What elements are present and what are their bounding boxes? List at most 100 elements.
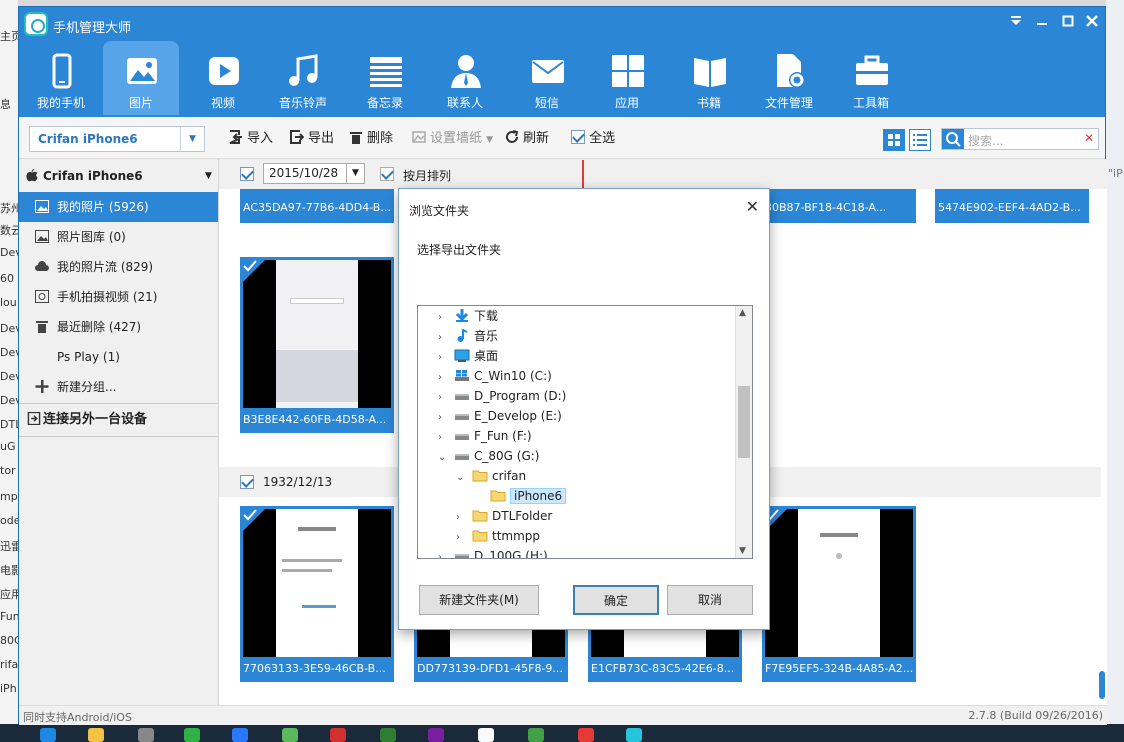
tab-toolbox[interactable]: 工具箱 — [833, 41, 909, 115]
tree-item-desktop[interactable]: › 桌面 — [438, 346, 498, 366]
taskbar-icon[interactable] — [282, 728, 298, 742]
sidebar-item-new-group[interactable]: 新建分组... — [19, 372, 218, 402]
tree-item-download[interactable]: › 下载 — [438, 306, 498, 326]
sidebar-item-recently-deleted[interactable]: 最近删除 (427) — [19, 312, 218, 342]
ok-button[interactable]: 确定 — [573, 585, 659, 615]
content-scrollbar[interactable] — [1099, 671, 1105, 699]
tab-video[interactable]: 视频 — [185, 41, 261, 115]
taskbar-icon[interactable] — [380, 728, 396, 742]
group-checkbox[interactable] — [240, 475, 254, 489]
collapse-icon[interactable]: ⌄ — [456, 468, 468, 488]
sidebar-device-header[interactable]: Crifan iPhone6 ▼ — [19, 161, 218, 191]
taskbar-icon[interactable] — [184, 728, 200, 742]
trash-icon — [350, 132, 362, 144]
grid-view-button[interactable] — [883, 129, 905, 151]
set-wallpaper-button[interactable]: 设置墙纸 ▼ — [412, 130, 493, 148]
tree-item-label: D_Program (D:) — [474, 389, 567, 403]
minimize-button[interactable] — [1033, 14, 1051, 32]
connect-other-device[interactable]: 连接另外一台设备 — [19, 405, 218, 435]
date-select[interactable]: 2015/10/28 ▼ — [263, 163, 365, 184]
maximize-button[interactable] — [1059, 14, 1077, 32]
scroll-down-icon[interactable]: ▼ — [739, 546, 746, 556]
expand-icon[interactable]: › — [456, 528, 468, 548]
tab-file-manager[interactable]: 文件管理 — [751, 41, 827, 115]
sidebar-item-my-photos[interactable]: 我的照片 (5926) — [19, 192, 218, 222]
search-input[interactable]: 搜索... — [968, 132, 1003, 149]
taskbar-icon[interactable] — [478, 728, 494, 742]
background-text: uG — [0, 440, 16, 453]
scroll-thumb[interactable] — [738, 386, 750, 458]
taskbar-icon[interactable] — [232, 728, 248, 742]
export-button[interactable]: 导出 — [290, 130, 334, 148]
tree-item-drive-f[interactable]: › F_Fun (F:) — [438, 426, 532, 446]
expand-icon[interactable]: › — [438, 388, 450, 408]
new-folder-button[interactable]: 新建文件夹(M) — [419, 585, 539, 615]
menu-dropdown-button[interactable] — [1007, 14, 1025, 32]
tab-my-phone[interactable]: 我的手机 — [23, 41, 99, 115]
expand-icon[interactable]: › — [438, 368, 450, 388]
tree-item-music[interactable]: › 音乐 — [438, 326, 498, 346]
clear-search-icon[interactable]: ✕ — [1084, 131, 1094, 145]
tab-music[interactable]: 音乐铃声 — [265, 41, 341, 115]
delete-button[interactable]: 删除 — [349, 130, 393, 148]
tree-item-drive-d[interactable]: › D_Program (D:) — [438, 386, 566, 406]
tree-item-drive-h[interactable]: › D_100G (H:) — [438, 546, 548, 558]
tree-item-drive-g[interactable]: ⌄ C_80G (G:) — [438, 446, 539, 466]
search-box[interactable]: 搜索... ✕ — [941, 128, 1099, 150]
photo-thumb[interactable]: B3E8E442-60FB-4D58-A... — [240, 257, 394, 433]
taskbar-icon[interactable] — [40, 728, 56, 742]
taskbar-icon[interactable] — [428, 728, 444, 742]
set-wallpaper-label: 设置墙纸 — [430, 131, 483, 146]
taskbar-icon[interactable] — [138, 728, 154, 742]
tree-item-ttmmpp[interactable]: › ttmmpp — [456, 526, 540, 546]
refresh-button[interactable]: 刷新 — [505, 130, 549, 148]
select-all-checkbox[interactable]: 全选 — [571, 130, 615, 148]
tree-item-drive-c[interactable]: › C_Win10 (C:) — [438, 366, 552, 386]
collapse-icon[interactable]: ⌄ — [438, 448, 450, 468]
sidebar-item-gallery[interactable]: 照片图库 (0) — [19, 222, 218, 252]
by-month-checkbox[interactable] — [380, 167, 394, 181]
import-button[interactable]: 导入 — [229, 130, 273, 148]
taskbar-icon[interactable] — [626, 728, 642, 742]
dialog-close-button[interactable]: ✕ — [746, 197, 759, 216]
tab-books[interactable]: 书籍 — [671, 41, 747, 115]
photo-thumb[interactable]: 77063133-3E59-46CB-B... — [240, 506, 394, 682]
tab-memo[interactable]: 备忘录 — [347, 41, 423, 115]
sidebar-item-videos[interactable]: 手机拍摄视频 (21) — [19, 282, 218, 312]
photo-thumb[interactable]: AC35DA97-77B6-4DD4-B... — [240, 189, 394, 223]
tree-item-crifan[interactable]: ⌄ crifan — [456, 466, 526, 486]
tab-apps[interactable]: 应用 — [589, 41, 665, 115]
folder-tree[interactable]: › 下载 › 音乐 › 桌面 › C_Win10 (C:) › D_Program (D:… — [417, 305, 753, 559]
scroll-up-icon[interactable]: ▲ — [739, 308, 746, 318]
tree-item-drive-e[interactable]: › E_Develop (E:) — [438, 406, 562, 426]
expand-icon[interactable]: › — [456, 508, 468, 528]
tree-item-dtlfolder[interactable]: › DTLFolder — [456, 506, 552, 526]
expand-icon[interactable]: › — [438, 428, 450, 448]
tree-scrollbar[interactable]: ▲ ▼ — [735, 306, 752, 558]
tree-item-iphone6[interactable]: iPhone6 — [474, 486, 567, 506]
list-view-button[interactable] — [909, 129, 931, 151]
cancel-button[interactable]: 取消 — [667, 585, 753, 615]
taskbar-icon[interactable] — [88, 728, 104, 742]
background-text: rifa — [0, 658, 18, 671]
expand-icon[interactable]: › — [438, 308, 450, 328]
taskbar-icon[interactable] — [330, 728, 346, 742]
checkbox[interactable] — [571, 130, 585, 144]
tab-contacts[interactable]: 联系人 — [427, 41, 503, 115]
taskbar-icon[interactable] — [578, 728, 594, 742]
photo-thumb[interactable]: 30B87-BF18-4C18-A... — [762, 189, 916, 223]
photo-thumb[interactable]: F7E95EF5-324B-4A85-A2... — [762, 506, 916, 682]
sidebar-item-photo-stream[interactable]: 我的照片流 (829) — [19, 252, 218, 282]
taskbar-icon[interactable] — [528, 728, 544, 742]
expand-icon[interactable]: › — [438, 408, 450, 428]
group-checkbox[interactable] — [240, 167, 254, 181]
expand-icon[interactable]: › — [438, 348, 450, 368]
device-select[interactable]: Crifan iPhone6 ▼ — [29, 126, 205, 152]
expand-icon[interactable]: › — [438, 548, 450, 558]
sidebar-item-ps-play[interactable]: Ps Play (1) — [19, 342, 218, 372]
tab-images[interactable]: 图片 — [103, 41, 179, 115]
expand-icon[interactable]: › — [438, 328, 450, 348]
close-button[interactable] — [1083, 14, 1101, 32]
tab-messages[interactable]: 短信 — [509, 41, 585, 115]
photo-thumb[interactable]: 5474E902-EEF4-4AD2-B... — [935, 189, 1089, 223]
